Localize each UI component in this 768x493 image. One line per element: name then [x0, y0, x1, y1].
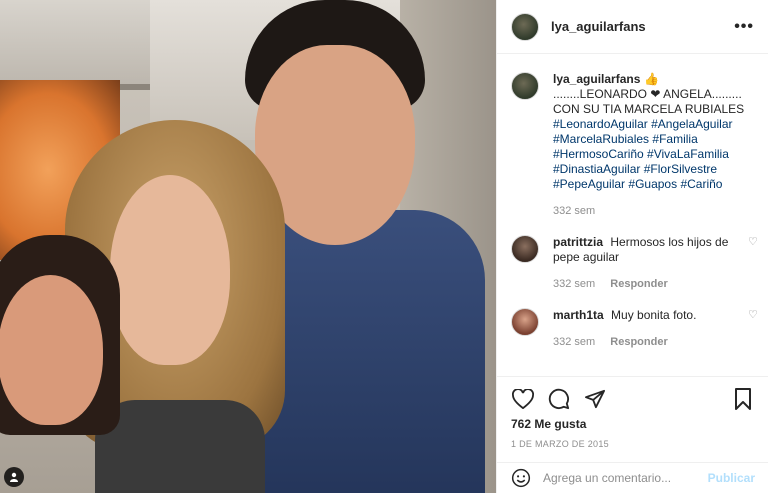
hashtag-link[interactable]: #Cariño [680, 177, 722, 191]
hashtag-link[interactable]: #MarcelaRubiales [553, 132, 649, 146]
hashtag-list: #LeonardoAguilar #AngelaAguilar #Marcela… [553, 117, 754, 192]
likes-count[interactable]: 762 Me gusta [511, 417, 755, 431]
caption-time[interactable]: 332 sem [553, 205, 595, 217]
comment-icon[interactable] [547, 387, 571, 411]
caption-line: CON SU TIA MARCELA RUBIALES [553, 102, 745, 116]
thumbs-up-emoji: 👍 [644, 72, 660, 86]
share-icon[interactable] [583, 387, 607, 411]
hashtag-link[interactable]: #Familia [652, 132, 697, 146]
hashtag-link[interactable]: #LeonardoAguilar [553, 117, 648, 131]
hashtag-link[interactable]: #VivaLaFamilia [647, 147, 729, 161]
post-actions: 762 Me gusta 1 DE MARZO DE 2015 [497, 376, 768, 449]
caption-username[interactable]: lya_aguilarfans [553, 72, 640, 86]
hashtag-link[interactable]: #DinastiaAguilar [553, 162, 640, 176]
hashtag-link[interactable]: #AngelaAguilar [651, 117, 732, 131]
comment-input[interactable] [543, 471, 700, 485]
reply-button[interactable]: Responder [610, 336, 667, 348]
post-date: 1 DE MARZO DE 2015 [511, 439, 609, 449]
tagged-users-icon[interactable] [4, 467, 24, 487]
more-options-icon[interactable]: ••• [734, 18, 754, 36]
avatar[interactable] [511, 12, 539, 41]
avatar[interactable] [511, 235, 539, 263]
photo-door [0, 0, 150, 90]
avatar[interactable] [511, 308, 539, 336]
add-comment-bar: Publicar [497, 462, 768, 493]
hashtag-link[interactable]: #PepeAguilar [553, 177, 625, 191]
comment-time[interactable]: 332 sem [553, 336, 595, 348]
hashtag-link[interactable]: #FlorSilvestre [644, 162, 717, 176]
post-header: lya_aguilarfans ••• [497, 0, 768, 54]
hashtag-link[interactable]: #Guapos [628, 177, 677, 191]
header-username[interactable]: lya_aguilarfans [551, 19, 734, 34]
photo-person-girl [0, 235, 130, 493]
bookmark-icon[interactable] [731, 387, 755, 411]
comment-username[interactable]: marth1ta [553, 308, 604, 322]
comments-list: lya_aguilarfans 👍 ........LEONARDO ❤ ANGE… [497, 54, 768, 374]
heart-icon[interactable] [511, 387, 535, 411]
comment-time[interactable]: 332 sem [553, 278, 595, 290]
reply-button[interactable]: Responder [610, 278, 667, 290]
post-side-panel: lya_aguilarfans ••• lya_aguilarfans 👍 ...… [496, 0, 768, 493]
post-photo[interactable] [0, 0, 496, 493]
post-comment-button[interactable]: Publicar [708, 471, 755, 485]
avatar[interactable] [511, 72, 539, 100]
emoji-icon[interactable] [511, 468, 531, 488]
caption: lya_aguilarfans 👍 ........LEONARDO ❤ ANGE… [511, 72, 754, 219]
like-comment-heart-icon[interactable]: ♡ [748, 308, 760, 321]
comment-item: patrittzia Hermosos los hijos de pepe ag… [511, 235, 758, 292]
caption-line: ........LEONARDO ❤ ANGELA......... [553, 87, 742, 101]
comment-text: Muy bonita foto. [611, 308, 697, 322]
like-comment-heart-icon[interactable]: ♡ [748, 235, 760, 248]
comment-item: marth1ta Muy bonita foto. 332 sem Respon… [511, 308, 758, 350]
hashtag-link[interactable]: #HermosoCariño [553, 147, 644, 161]
comment-username[interactable]: patrittzia [553, 235, 603, 249]
